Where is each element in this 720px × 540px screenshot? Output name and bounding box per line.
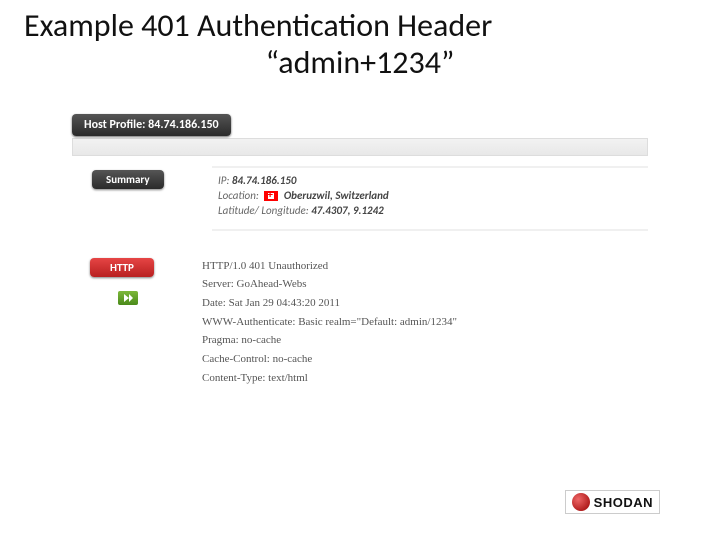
slide-title: Example 401 Authentication Header “admin… [24,8,696,82]
summary-location-row: Location: Oberuzwil, Switzerland [218,189,642,202]
http-header-line: Cache-Control: no-cache [202,350,648,369]
http-header-line: Content-Type: text/html [202,369,648,388]
summary-ip-row: IP: 84.74.186.150 [218,174,642,187]
http-badge[interactable]: HTTP [90,258,154,277]
host-profile-bar: Host Profile: 84.74.186.150 [72,114,231,136]
expand-arrow-button[interactable] [118,291,138,305]
location-value: Oberuzwil, Switzerland [284,189,389,202]
http-header-line: Date: Sat Jan 29 04:43:20 2011 [202,294,648,313]
summary-latlng-row: Latitude/ Longitude: 47.4307, 9.1242 [218,204,642,217]
arrow-right-icon [123,293,133,303]
ip-label: IP: [218,174,229,187]
location-label: Location: [218,189,259,202]
ip-value: 84.74.186.150 [232,174,297,187]
http-header-line: HTTP/1.0 401 Unauthorized [202,257,648,276]
shodan-footer-badge[interactable]: SHODAN [565,490,660,514]
latlng-value: 47.4307, 9.1242 [311,204,384,217]
flag-ch-icon [264,191,278,201]
latlng-label: Latitude/ Longitude: [218,204,309,217]
http-header-line: WWW-Authenticate: Basic realm="Default: … [202,313,648,332]
tab-summary[interactable]: Summary [92,170,164,189]
http-headers-block: HTTP/1.0 401 Unauthorized Server: GoAhea… [202,257,648,388]
panel-strip [72,138,648,156]
http-header-line: Server: GoAhead-Webs [202,275,648,294]
title-line-1: Example 401 Authentication Header [24,8,696,45]
title-line-2: “admin+1234” [24,45,696,82]
shodan-globe-icon [572,493,590,511]
host-profile-panel: Host Profile: 84.74.186.150 Summary IP: … [72,114,648,388]
summary-body: IP: 84.74.186.150 Location: Oberuzwil, S… [212,166,648,231]
shodan-brand-text: SHODAN [594,495,653,510]
http-header-line: Pragma: no-cache [202,331,648,350]
